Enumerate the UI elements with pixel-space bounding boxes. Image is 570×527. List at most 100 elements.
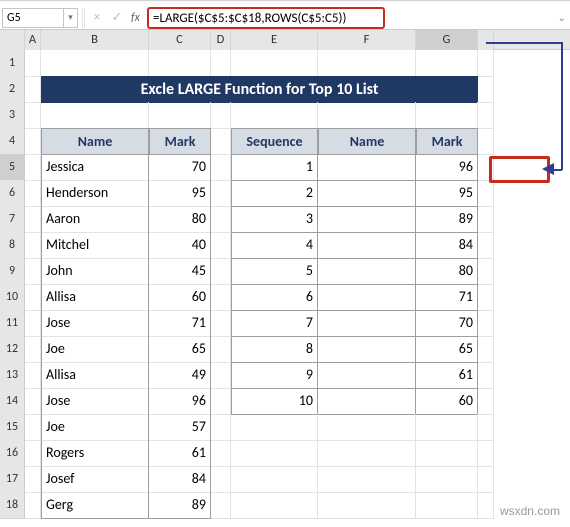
cell[interactable] bbox=[211, 258, 231, 285]
table-cell-mark[interactable]: 95 bbox=[149, 180, 211, 207]
cell[interactable] bbox=[25, 492, 41, 519]
table-cell-mark[interactable]: 80 bbox=[416, 258, 478, 285]
cell[interactable] bbox=[478, 102, 494, 129]
cell[interactable] bbox=[416, 492, 478, 519]
select-all-corner[interactable] bbox=[0, 30, 25, 50]
cell[interactable] bbox=[478, 128, 494, 155]
cell[interactable] bbox=[478, 258, 494, 285]
cell[interactable] bbox=[25, 154, 41, 181]
table-cell-name[interactable] bbox=[318, 232, 416, 259]
cell[interactable] bbox=[318, 102, 416, 129]
fx-button[interactable]: fx bbox=[129, 11, 147, 25]
table-cell-name[interactable] bbox=[318, 388, 416, 415]
table-cell-name[interactable]: Jessica bbox=[41, 154, 149, 181]
table-cell-seq[interactable]: 5 bbox=[231, 258, 318, 285]
table-cell-name[interactable]: Jose bbox=[41, 388, 149, 415]
cell[interactable] bbox=[478, 466, 494, 493]
cell[interactable] bbox=[211, 388, 231, 415]
table-cell-name[interactable]: Rogers bbox=[41, 440, 149, 467]
table-cell-name[interactable]: Henderson bbox=[41, 180, 149, 207]
cell[interactable] bbox=[25, 336, 41, 363]
name-box[interactable]: G5 bbox=[2, 8, 64, 28]
table-cell-name[interactable] bbox=[318, 258, 416, 285]
cell[interactable] bbox=[318, 466, 416, 493]
row-header[interactable]: 13 bbox=[0, 362, 25, 389]
cell[interactable] bbox=[231, 414, 318, 441]
cell[interactable] bbox=[416, 102, 478, 129]
name-box-dropdown[interactable]: ▾ bbox=[64, 8, 78, 28]
row-header[interactable]: 11 bbox=[0, 310, 25, 337]
cell[interactable] bbox=[211, 154, 231, 181]
cell[interactable] bbox=[478, 362, 494, 389]
table-cell-name[interactable]: Allisa bbox=[41, 284, 149, 311]
table-cell-mark[interactable]: 80 bbox=[149, 206, 211, 233]
cell[interactable] bbox=[211, 414, 231, 441]
cell[interactable] bbox=[478, 414, 494, 441]
col-header-G[interactable]: G bbox=[416, 30, 478, 50]
row-header[interactable]: 3 bbox=[0, 102, 25, 129]
table-cell-mark[interactable]: 61 bbox=[149, 440, 211, 467]
table-cell-name[interactable] bbox=[318, 154, 416, 181]
row-header[interactable]: 10 bbox=[0, 284, 25, 311]
cell[interactable] bbox=[478, 50, 494, 77]
table-cell-mark[interactable]: 65 bbox=[149, 336, 211, 363]
table-cell-seq[interactable]: 9 bbox=[231, 362, 318, 389]
table-cell-mark[interactable]: 95 bbox=[416, 180, 478, 207]
cell[interactable] bbox=[478, 336, 494, 363]
table-cell-name[interactable]: Joe bbox=[41, 414, 149, 441]
col-header-F[interactable]: F bbox=[318, 30, 416, 50]
cell[interactable] bbox=[25, 180, 41, 207]
table-cell-seq[interactable]: 8 bbox=[231, 336, 318, 363]
cell[interactable] bbox=[318, 492, 416, 519]
cell[interactable] bbox=[211, 232, 231, 259]
table-cell-seq[interactable]: 7 bbox=[231, 310, 318, 337]
cell[interactable] bbox=[25, 206, 41, 233]
row-header[interactable]: 17 bbox=[0, 466, 25, 493]
row-header[interactable]: 1 bbox=[0, 50, 25, 77]
cell[interactable] bbox=[478, 154, 494, 181]
col-header-B[interactable]: B bbox=[41, 30, 149, 50]
cell[interactable] bbox=[211, 492, 231, 519]
table-cell-name[interactable] bbox=[318, 336, 416, 363]
cell[interactable] bbox=[231, 466, 318, 493]
cell[interactable] bbox=[231, 492, 318, 519]
cell[interactable] bbox=[211, 206, 231, 233]
table-cell-seq[interactable]: 2 bbox=[231, 180, 318, 207]
row-header[interactable]: 15 bbox=[0, 414, 25, 441]
cell[interactable] bbox=[478, 180, 494, 207]
table-cell-seq[interactable]: 4 bbox=[231, 232, 318, 259]
cell[interactable] bbox=[41, 102, 149, 129]
cell[interactable] bbox=[211, 284, 231, 311]
table-cell-name[interactable]: Aaron bbox=[41, 206, 149, 233]
cell[interactable] bbox=[211, 310, 231, 337]
table-cell-mark[interactable]: 84 bbox=[416, 232, 478, 259]
row-header[interactable]: 16 bbox=[0, 440, 25, 467]
row-header[interactable]: 18 bbox=[0, 492, 25, 519]
row-header[interactable]: 14 bbox=[0, 388, 25, 415]
table-cell-seq[interactable]: 1 bbox=[231, 154, 318, 181]
cell[interactable] bbox=[416, 50, 478, 77]
cell[interactable] bbox=[231, 440, 318, 467]
cell[interactable] bbox=[149, 102, 211, 129]
cell[interactable] bbox=[478, 492, 494, 519]
cell[interactable] bbox=[478, 206, 494, 233]
table-cell-name[interactable] bbox=[318, 362, 416, 389]
cell[interactable] bbox=[25, 232, 41, 259]
cell[interactable] bbox=[231, 102, 318, 129]
cell[interactable] bbox=[211, 50, 231, 77]
cell[interactable] bbox=[211, 128, 231, 155]
cell[interactable] bbox=[25, 258, 41, 285]
row-header[interactable]: 9 bbox=[0, 258, 25, 285]
cell[interactable] bbox=[478, 284, 494, 311]
row-header[interactable]: 5 bbox=[0, 154, 25, 181]
cell[interactable] bbox=[211, 440, 231, 467]
table-cell-name[interactable]: Mitchel bbox=[41, 232, 149, 259]
table-cell-name[interactable]: Jose bbox=[41, 310, 149, 337]
table-cell-name[interactable] bbox=[318, 206, 416, 233]
col-header-E[interactable]: E bbox=[231, 30, 318, 50]
cell[interactable] bbox=[416, 440, 478, 467]
table-cell-name[interactable] bbox=[318, 284, 416, 311]
table-cell-name[interactable] bbox=[318, 180, 416, 207]
cell[interactable] bbox=[478, 232, 494, 259]
row-header[interactable]: 12 bbox=[0, 336, 25, 363]
